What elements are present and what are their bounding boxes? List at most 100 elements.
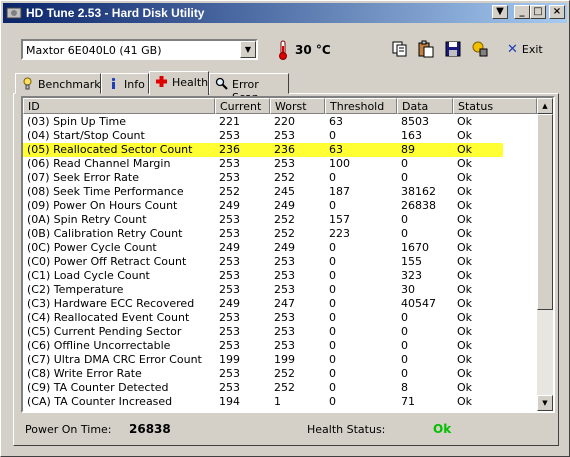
scroll-up-button[interactable]: ▲ xyxy=(537,98,553,114)
maximize-button[interactable]: □ xyxy=(530,5,546,19)
window-title: HD Tune 2.53 - Hard Disk Utility xyxy=(26,6,205,20)
cell-current: 194 xyxy=(219,395,240,408)
cell-id: (0B) Calibration Retry Count xyxy=(27,227,183,240)
cell-worst: 252 xyxy=(274,367,295,380)
column-header-id[interactable]: ID xyxy=(23,98,215,114)
tab-error-scan[interactable]: Error Scan xyxy=(209,73,289,104)
cell-threshold: 187 xyxy=(329,185,350,198)
cell-worst: 249 xyxy=(274,241,295,254)
cell-worst: 253 xyxy=(274,129,295,142)
cell-data: 0 xyxy=(401,325,408,338)
column-header-data[interactable]: Data xyxy=(397,98,453,114)
vertical-scrollbar[interactable]: ▲ ▼ xyxy=(537,98,553,411)
cell-worst: 253 xyxy=(274,283,295,296)
table-row[interactable]: (09) Power On Hours Count 249 249 0 26838 Ok xyxy=(23,199,537,213)
cell-current: 253 xyxy=(219,255,240,268)
minimize-button[interactable]: _ xyxy=(514,5,530,19)
table-row[interactable]: (05) Reallocated Sector Count 236 236 63 89 O… xyxy=(23,143,503,157)
cell-data: 30 xyxy=(401,283,415,296)
table-row[interactable]: (C5) Current Pending Sector 253 253 0 0 Ok xyxy=(23,325,537,339)
tab-benchmark[interactable]: Benchmark xyxy=(15,73,101,94)
cell-current: 253 xyxy=(219,213,240,226)
table-row[interactable]: (C4) Reallocated Event Count 253 253 0 0 Ok xyxy=(23,311,537,325)
cell-status: Ok xyxy=(457,199,473,212)
scroll-down-button[interactable]: ▼ xyxy=(537,395,553,411)
hd-tune-window: HD Tune 2.53 - Hard Disk Utility ▼ _ □ ×… xyxy=(0,0,570,457)
cell-id: (06) Read Channel Margin xyxy=(27,157,171,170)
cell-threshold: 0 xyxy=(329,283,336,296)
cell-current: 249 xyxy=(219,297,240,310)
cell-id: (09) Power On Hours Count xyxy=(27,199,178,212)
cell-current: 252 xyxy=(219,185,240,198)
cell-data: 0 xyxy=(401,157,408,170)
cell-data: 8503 xyxy=(401,115,429,128)
drive-select[interactable]: Maxtor 6E040L0 (41 GB) ▼ xyxy=(21,39,258,60)
column-header-current[interactable]: Current xyxy=(215,98,270,114)
cell-current: 253 xyxy=(219,171,240,184)
close-button[interactable]: × xyxy=(549,5,565,19)
table-row[interactable]: (C6) Offline Uncorrectable 253 253 0 0 Ok xyxy=(23,339,537,353)
scroll-thumb[interactable] xyxy=(537,114,553,310)
column-header-status[interactable]: Status xyxy=(453,98,537,114)
cell-data: 155 xyxy=(401,255,422,268)
title-bar[interactable]: HD Tune 2.53 - Hard Disk Utility ▼ _ □ × xyxy=(3,3,567,23)
tab-health[interactable]: Health xyxy=(149,71,209,95)
table-row[interactable]: (0C) Power Cycle Count 249 249 0 1670 Ok xyxy=(23,241,537,255)
save-icon[interactable] xyxy=(444,40,462,58)
copy-icon[interactable] xyxy=(391,40,409,58)
table-row[interactable]: (C8) Write Error Rate 253 252 0 0 Ok xyxy=(23,367,537,381)
table-row[interactable]: (06) Read Channel Margin 253 253 100 0 Ok xyxy=(23,157,537,171)
paste-icon[interactable] xyxy=(417,40,435,58)
cell-status: Ok xyxy=(457,171,473,184)
dropdown-button[interactable]: ▼ xyxy=(492,5,508,19)
smart-attributes-list[interactable]: ID Current Worst Threshold Data Status (… xyxy=(21,96,555,413)
cell-data: 26838 xyxy=(401,199,436,212)
cell-worst: 253 xyxy=(274,157,295,170)
thermometer-icon xyxy=(279,40,287,60)
table-row[interactable]: (C1) Load Cycle Count 253 253 0 323 Ok xyxy=(23,269,537,283)
table-row[interactable]: (04) Start/Stop Count 253 253 0 163 Ok xyxy=(23,129,537,143)
power-on-time-label: Power On Time: xyxy=(25,423,112,436)
cell-id: (C7) Ultra DMA CRC Error Count xyxy=(27,353,202,366)
cell-worst: 252 xyxy=(274,227,295,240)
table-row[interactable]: (0A) Spin Retry Count 253 252 157 0 Ok xyxy=(23,213,537,227)
cell-threshold: 0 xyxy=(329,297,336,310)
cell-threshold: 157 xyxy=(329,213,350,226)
table-row[interactable]: (C7) Ultra DMA CRC Error Count 199 199 0 0 Ok xyxy=(23,353,537,367)
options-icon[interactable] xyxy=(471,40,489,58)
cell-worst: 252 xyxy=(274,213,295,226)
cell-status: Ok xyxy=(457,129,473,142)
table-row[interactable]: (03) Spin Up Time 221 220 63 8503 Ok xyxy=(23,115,537,129)
table-row[interactable]: (C0) Power Off Retract Count 253 253 0 155 Ok xyxy=(23,255,537,269)
table-row[interactable]: (07) Seek Error Rate 253 252 0 0 Ok xyxy=(23,171,537,185)
table-row[interactable]: (C3) Hardware ECC Recovered 249 247 0 40547 O… xyxy=(23,297,537,311)
cell-id: (07) Seek Error Rate xyxy=(27,171,139,184)
cell-status: Ok xyxy=(457,143,473,156)
tab-info[interactable]: Info xyxy=(101,73,149,94)
table-row[interactable]: (08) Seek Time Performance 252 245 187 38162… xyxy=(23,185,537,199)
cell-id: (C1) Load Cycle Count xyxy=(27,269,150,282)
exit-button[interactable]: ✕ Exit xyxy=(507,42,543,57)
column-header-worst[interactable]: Worst xyxy=(270,98,325,114)
cell-worst: 245 xyxy=(274,185,295,198)
cell-threshold: 0 xyxy=(329,367,336,380)
table-row[interactable]: (C9) TA Counter Detected 253 252 0 8 Ok xyxy=(23,381,537,395)
table-row[interactable]: (C2) Temperature 253 253 0 30 Ok xyxy=(23,283,537,297)
cell-id: (CA) TA Counter Increased xyxy=(27,395,173,408)
cell-id: (C3) Hardware ECC Recovered xyxy=(27,297,195,310)
column-header-threshold[interactable]: Threshold xyxy=(325,98,397,114)
table-row[interactable]: (0B) Calibration Retry Count 253 252 223 0 Ok xyxy=(23,227,537,241)
cell-current: 253 xyxy=(219,157,240,170)
health-status-value: Ok xyxy=(433,422,452,436)
cell-id: (05) Reallocated Sector Count xyxy=(27,143,193,156)
cell-data: 0 xyxy=(401,171,408,184)
drive-select-value: Maxtor 6E040L0 (41 GB) xyxy=(26,44,162,57)
cell-id: (03) Spin Up Time xyxy=(27,115,127,128)
chevron-down-icon[interactable]: ▼ xyxy=(240,41,256,58)
cell-current: 253 xyxy=(219,311,240,324)
cell-worst: 253 xyxy=(274,269,295,282)
cell-data: 71 xyxy=(401,395,415,408)
cell-threshold: 0 xyxy=(329,255,336,268)
table-row[interactable]: (CA) TA Counter Increased 194 1 0 71 Ok xyxy=(23,395,537,409)
cell-current: 249 xyxy=(219,241,240,254)
